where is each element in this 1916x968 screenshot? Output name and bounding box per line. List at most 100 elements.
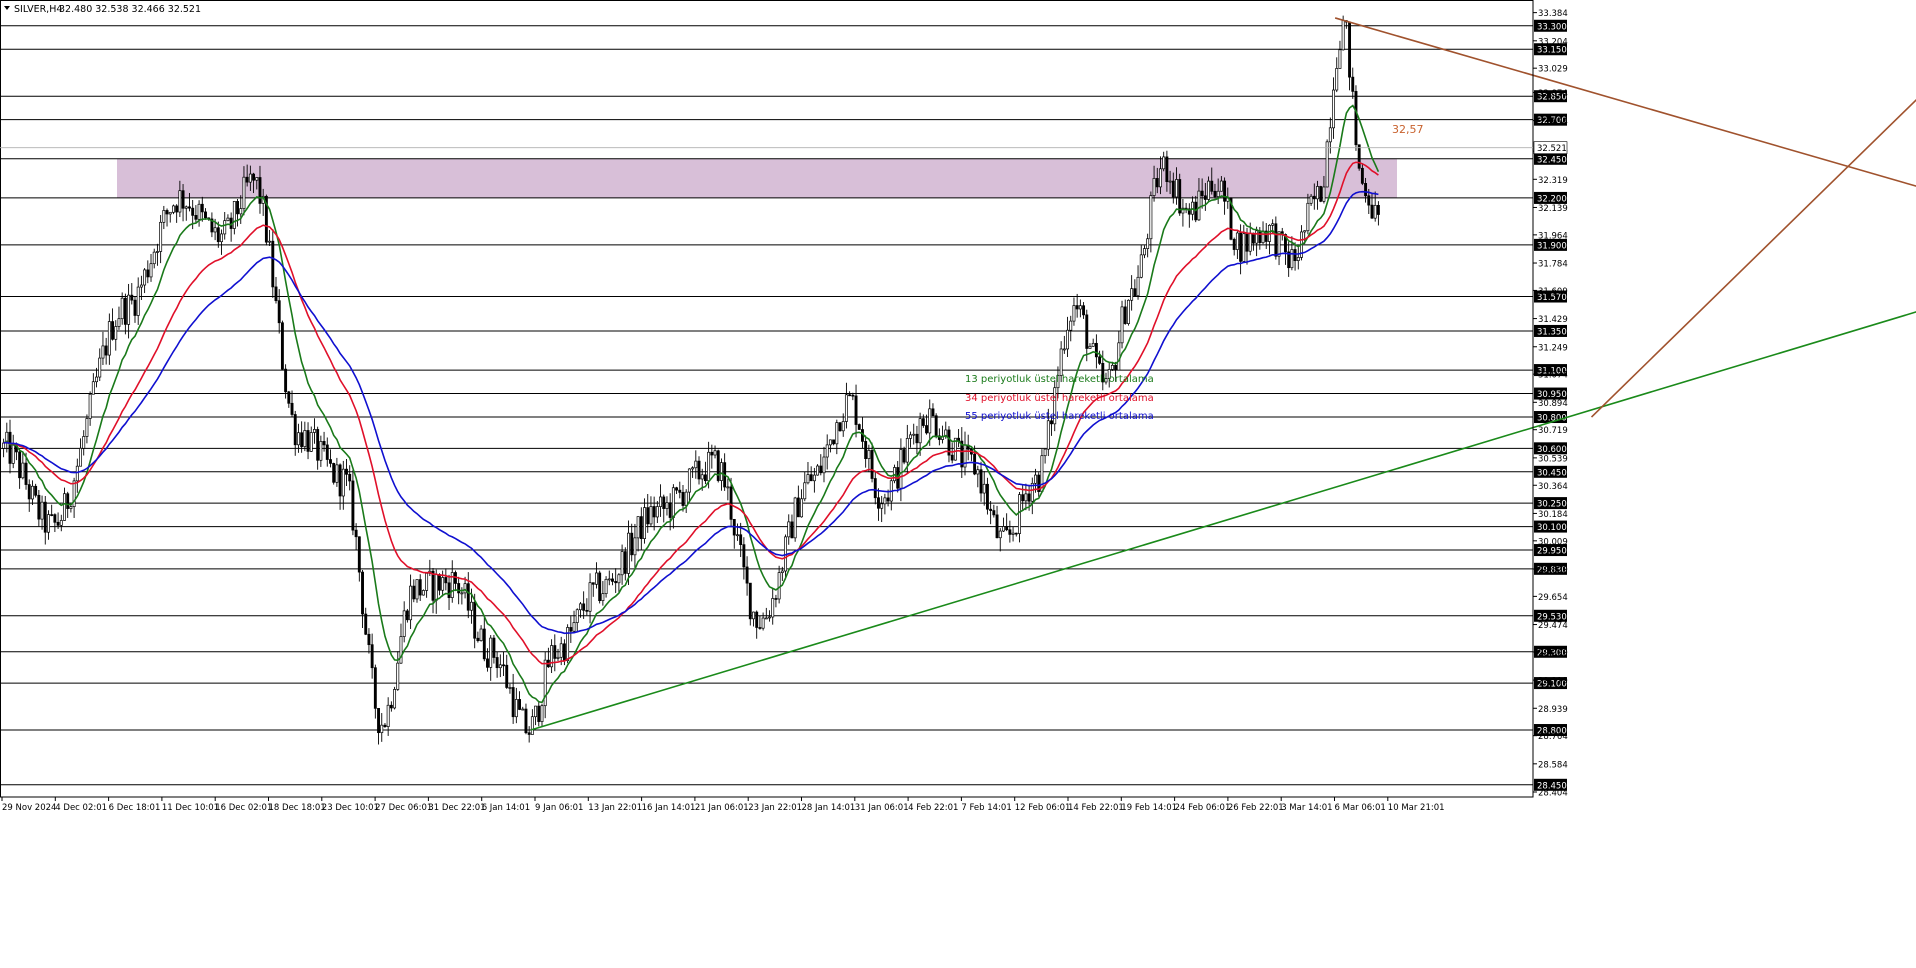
candle-body: [268, 240, 272, 243]
y-tick-label: 32.139: [1538, 204, 1568, 214]
candle-body: [1203, 195, 1207, 200]
x-tick-label: 6 Jan 14:01: [482, 803, 530, 813]
candle-body: [466, 583, 470, 611]
candle-body: [47, 514, 50, 533]
candle-body: [1373, 204, 1377, 219]
y-tick-label: 29.654: [1538, 593, 1568, 603]
x-tick-label: 6 Mar 06:01: [1335, 803, 1386, 813]
candle-body: [854, 395, 858, 425]
candle-body: [1232, 238, 1236, 250]
candle-body: [819, 465, 823, 474]
candle-body: [886, 497, 890, 502]
price-chart[interactable]: 33.30033.15032.85032.70032.45032.20031.9…: [0, 0, 1916, 963]
candle-body: [1309, 195, 1313, 204]
x-tick-label: 7 Feb 14:01: [961, 803, 1011, 813]
level-price-label: 30.450: [1537, 468, 1567, 478]
candle-body: [585, 609, 589, 612]
y-tick-label: 31.609: [1538, 287, 1568, 297]
candle-body: [24, 462, 28, 485]
candle-body: [726, 486, 730, 489]
candle-body: [835, 422, 839, 445]
candle-body: [1152, 178, 1156, 196]
candle-body: [1130, 288, 1134, 301]
candle-body: [293, 414, 297, 446]
candle-body: [348, 473, 352, 482]
candle-body: [1322, 186, 1326, 202]
x-tick-label: 31 Jan 06:01: [855, 803, 909, 813]
candle-body: [553, 645, 557, 659]
x-tick-label: 31 Dec 22:01: [428, 803, 485, 813]
candle-body: [1357, 144, 1361, 169]
ema34-label: 34 periyotluk üstel hareketli ortalama: [965, 393, 1154, 404]
candle-body: [1335, 68, 1339, 91]
candle-body: [1332, 89, 1335, 129]
candle-body: [486, 658, 489, 668]
candle-body: [329, 459, 332, 464]
candle-body: [200, 203, 204, 213]
candle-body: [226, 217, 230, 222]
candle-body: [559, 643, 563, 658]
y-tick-label: 31.964: [1538, 231, 1568, 241]
candle-body: [69, 506, 73, 509]
candle-body: [697, 460, 701, 480]
candle-body: [752, 611, 755, 620]
candle-body: [925, 425, 928, 434]
candle-body: [540, 705, 544, 722]
y-tick-label: 32.319: [1538, 176, 1568, 186]
candle-body: [223, 220, 227, 235]
current-price-label: 32.521: [1537, 144, 1567, 154]
candle-body: [1143, 248, 1146, 256]
y-tick-label: 31.249: [1538, 343, 1568, 353]
candle-body: [614, 581, 618, 584]
candle-body: [809, 474, 813, 482]
candle-body: [1351, 76, 1355, 92]
candle-body: [402, 610, 406, 637]
candle-body: [8, 431, 12, 464]
y-tick-label: 29.829: [1538, 565, 1568, 575]
candle-body: [508, 687, 512, 689]
candle-body: [1376, 204, 1380, 215]
level-price-label: 33.300: [1537, 22, 1567, 32]
ema13-label: 13 periyotluk üstel hareketli ortalama: [965, 374, 1154, 385]
y-tick-label: 31.074: [1538, 371, 1568, 381]
candle-body: [1296, 257, 1300, 261]
candle-body: [684, 491, 688, 506]
x-tick-label: 24 Feb 06:01: [1175, 803, 1231, 813]
candle-body: [678, 489, 682, 493]
candle-body: [306, 430, 310, 452]
candle-body: [498, 664, 502, 669]
y-tick-label: 29.119: [1538, 677, 1568, 687]
candle-body: [370, 644, 374, 669]
candle-body: [620, 551, 624, 576]
candle-body: [354, 529, 358, 538]
candle-body: [284, 368, 288, 393]
candle-body: [412, 585, 416, 600]
candle-body: [431, 570, 435, 601]
candle-body: [191, 207, 195, 216]
candle-body: [43, 501, 47, 533]
candle-body: [1139, 254, 1143, 278]
candle-body: [1146, 238, 1150, 249]
chart-root[interactable]: 33.300 33.150 32.850 32.700 32.450 32.200 31.9…: [0, 0, 1916, 963]
candle-body: [1213, 190, 1217, 198]
candle-body: [505, 664, 509, 688]
y-tick-label: 33.029: [1538, 65, 1568, 75]
candle-body: [489, 637, 493, 668]
candle-body: [236, 201, 239, 215]
candle-body: [864, 441, 868, 460]
candle-body: [668, 502, 672, 518]
candle-body: [59, 520, 63, 526]
y-tick-label: 28.939: [1538, 705, 1568, 715]
candle-body: [104, 345, 108, 356]
candle-body: [178, 190, 182, 213]
candle-body: [130, 294, 134, 301]
candle-body: [1197, 190, 1201, 221]
candle-body: [136, 286, 140, 316]
candle-body: [63, 493, 66, 521]
candle-body: [745, 566, 749, 584]
candle-body: [918, 418, 922, 444]
candle-body: [399, 636, 403, 664]
candle-body: [188, 206, 191, 209]
candle-body: [787, 521, 791, 538]
candle-body: [1328, 127, 1332, 143]
